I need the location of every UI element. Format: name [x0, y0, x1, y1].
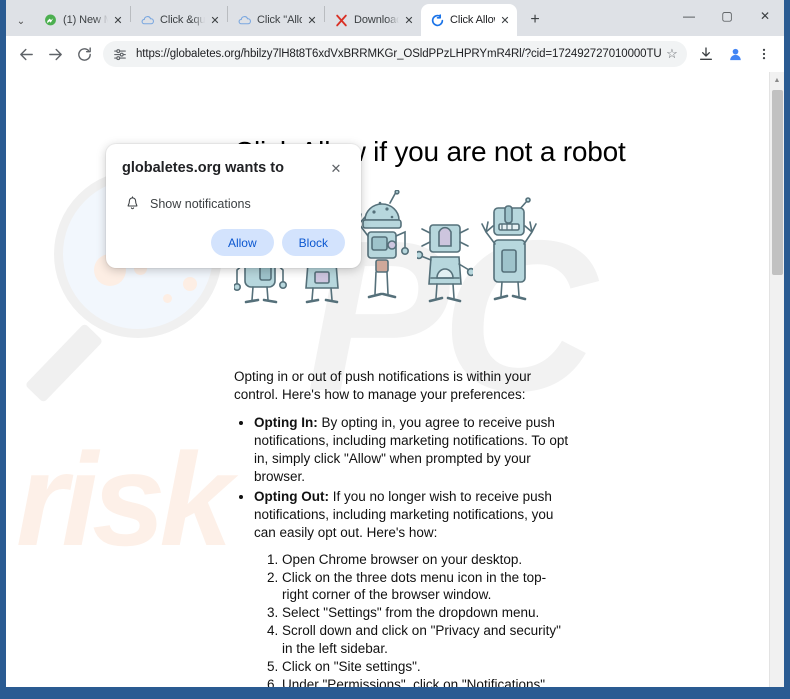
tab-title: Click "Allow" [257, 14, 302, 26]
chrome-menu-icon[interactable] [750, 40, 778, 68]
tab-title: Click &quot;A [160, 14, 205, 26]
tab-click-allow-quot[interactable]: Click &quot;A ✕ [131, 4, 227, 36]
watermark-dot [183, 277, 197, 291]
block-button[interactable]: Block [281, 229, 345, 256]
back-icon[interactable] [12, 40, 40, 68]
new-tab-button[interactable]: + [521, 6, 549, 34]
tab-strip: ⌄ (1) New Mess ✕ Click &quot;A ✕ Click "… [6, 0, 784, 36]
dialog-header: globaletes.org wants to ✕ [122, 160, 345, 178]
bookmark-star-icon[interactable]: ☆ [661, 46, 683, 62]
list-item: Opting In: By opting in, you agree to re… [254, 414, 570, 486]
watermark-dot [163, 294, 172, 303]
close-icon[interactable]: ✕ [498, 13, 512, 27]
list-item: Opting Out: If you no longer wish to rec… [254, 488, 570, 542]
robot-icon [481, 197, 537, 301]
allow-button[interactable]: Allow [210, 229, 274, 256]
list-item: Select "Settings" from the dropdown menu… [282, 604, 570, 622]
x-red-icon [334, 13, 348, 27]
steps-list: Open Chrome browser on your desktop. Cli… [282, 551, 570, 693]
browser-window: ⌄ (1) New Mess ✕ Click &quot;A ✕ Click "… [0, 0, 790, 699]
list-item: Open Chrome browser on your desktop. [282, 551, 570, 569]
watermark-risk: risk [16, 426, 233, 573]
notification-permission-dialog: globaletes.org wants to ✕ Show notificat… [106, 144, 361, 268]
dialog-actions: Allow Block [122, 229, 345, 256]
bullet-lead: Opting In: [254, 414, 318, 430]
close-window-button[interactable]: ✕ [746, 0, 784, 32]
downloads-icon[interactable] [692, 40, 720, 68]
options-list: Opting In: By opting in, you agree to re… [254, 414, 570, 542]
dialog-title: globaletes.org wants to [122, 160, 284, 176]
list-item: Scroll down and click on "Privacy and se… [282, 622, 570, 658]
robot-icon [355, 190, 409, 299]
tab-download-com[interactable]: Download Co ✕ [325, 4, 421, 36]
loading-icon [430, 13, 444, 27]
reload-icon[interactable] [70, 40, 98, 68]
url-text: https://globaletes.org/hbilzy7lH8t8T6xdV… [136, 48, 661, 60]
window-controls: — ▢ ✕ [670, 0, 784, 32]
close-icon[interactable]: ✕ [327, 160, 345, 178]
page-viewport: PC risk Click Allow if you are not a rob… [6, 72, 784, 693]
intro-paragraph: Opting in or out of push notifications i… [234, 369, 532, 402]
messenger-icon [43, 13, 57, 27]
watermark-magnifier-handle [24, 323, 104, 403]
address-bar[interactable]: https://globaletes.org/hbilzy7lH8t8T6xdV… [103, 41, 687, 67]
permission-row: Show notifications [122, 196, 345, 211]
scrollbar-thumb[interactable] [772, 90, 783, 275]
tab-new-message[interactable]: (1) New Mess ✕ [34, 4, 130, 36]
browser-toolbar: https://globaletes.org/hbilzy7lH8t8T6xdV… [6, 36, 784, 72]
maximize-button[interactable]: ▢ [708, 0, 746, 32]
bullet-lead: Opting Out: [254, 488, 329, 504]
site-settings-icon[interactable] [111, 45, 129, 63]
list-item: Click on the three dots menu icon in the… [282, 569, 570, 605]
close-icon[interactable]: ✕ [402, 13, 416, 27]
tab-title: Download Co [354, 14, 399, 26]
tab-search-button[interactable]: ⌄ [8, 6, 34, 36]
robot-icon [417, 224, 473, 303]
close-icon[interactable]: ✕ [208, 13, 222, 27]
close-icon[interactable]: ✕ [305, 13, 319, 27]
close-icon[interactable]: ✕ [111, 13, 125, 27]
cloud-icon [237, 13, 251, 27]
forward-icon[interactable] [41, 40, 69, 68]
scroll-up-icon[interactable]: ▲ [770, 72, 784, 88]
window-bottom-border [6, 687, 784, 693]
tab-click-allow-active[interactable]: Click Allow ✕ [421, 4, 517, 36]
tab-click-allow-2[interactable]: Click "Allow" ✕ [228, 4, 324, 36]
tab-title: Click Allow [450, 14, 495, 26]
page-scrollbar[interactable]: ▲ [769, 72, 784, 693]
tab-title: (1) New Mess [63, 14, 108, 26]
cloud-icon [140, 13, 154, 27]
permission-label: Show notifications [150, 196, 251, 211]
profile-icon[interactable] [721, 40, 749, 68]
minimize-button[interactable]: — [670, 0, 708, 32]
bell-icon [122, 196, 142, 211]
list-item: Click on "Site settings". [282, 658, 570, 676]
